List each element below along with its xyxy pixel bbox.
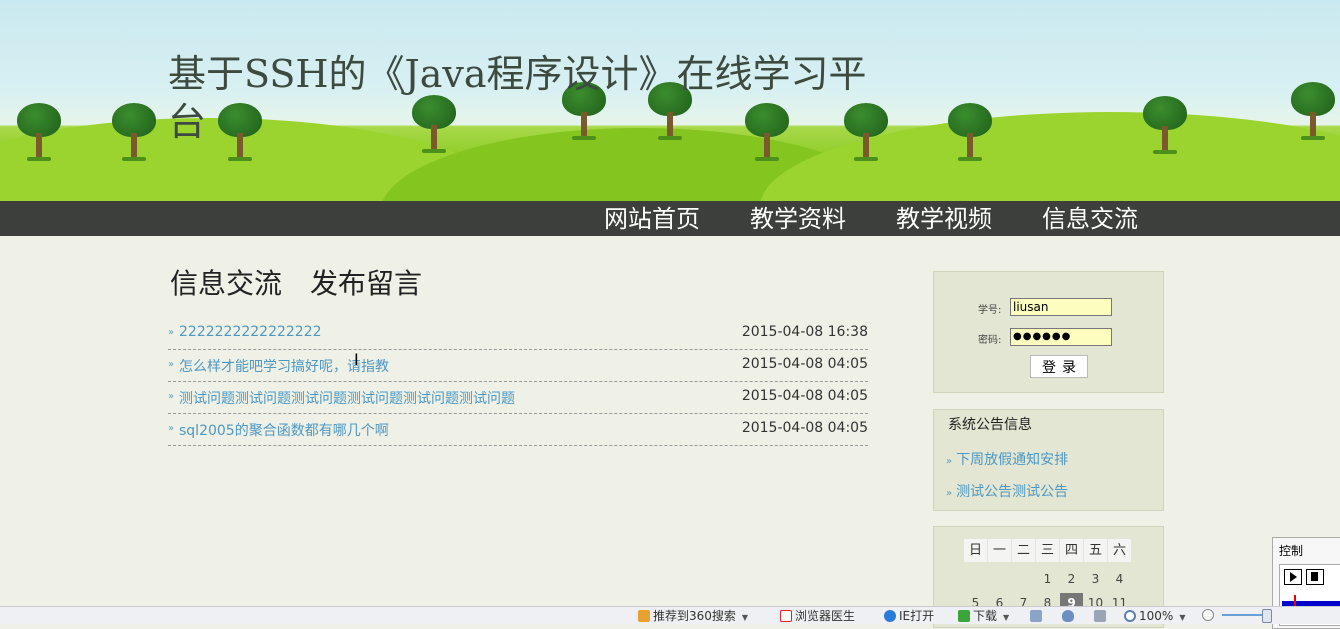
ie-open-label: IE打开 <box>899 609 935 623</box>
speaker-icon[interactable] <box>1094 609 1109 623</box>
message-list: » 2222222222222222 2015-04-08 16:38 » 怎么… <box>168 318 868 446</box>
message-title-link[interactable]: 2222222222222222 <box>179 324 322 340</box>
login-panel: 学号: 密码: ●●●●●● 登录 <box>933 271 1164 393</box>
bullet-icon: » <box>946 456 953 467</box>
nav-item-home[interactable]: 网站首页 <box>604 203 700 235</box>
bullet-icon: » <box>168 359 175 370</box>
browser-status-bar: 推荐到360搜索 ▼ 浏览器医生 IE打开 下载 ▼ 100% ▼ <box>0 606 1340 624</box>
notice-item-label[interactable]: 测试公告测试公告 <box>956 484 1068 500</box>
password-input[interactable]: ●●●●●● <box>1010 328 1112 346</box>
doctor-icon <box>780 610 792 622</box>
chevron-down-icon: ▼ <box>1003 613 1010 622</box>
chevron-down-icon: ▼ <box>1179 613 1186 622</box>
notice-panel: 系统公告信息 » 下周放假通知安排 » 测试公告测试公告 <box>933 409 1164 511</box>
message-title-link[interactable]: sql2005的聚合函数都有哪几个啊 <box>179 420 389 440</box>
chevron-down-icon: ▼ <box>741 613 749 622</box>
student-id-input[interactable] <box>1010 298 1112 316</box>
notice-item[interactable]: » 下周放假通知安排 <box>946 449 1068 469</box>
calendar-weekday-header: 日一二三四五六 <box>964 539 1132 562</box>
message-date: 2015-04-08 16:38 <box>741 324 868 340</box>
site-title: 基于SSH的《Java程序设计》在线学习平台 <box>168 52 867 144</box>
page-title: 信息交流 发布留言 <box>170 262 450 302</box>
message-date: 2015-04-08 04:05 <box>741 356 868 372</box>
window-icon[interactable] <box>1030 609 1045 623</box>
bullet-icon: » <box>168 391 175 402</box>
ie-icon <box>884 610 896 622</box>
calendar-day[interactable]: 2 <box>1060 572 1083 586</box>
zoom-level: 100% <box>1139 609 1174 623</box>
tree-image <box>112 103 156 163</box>
doctor-label: 浏览器医生 <box>795 609 856 623</box>
nav-item-materials[interactable]: 教学资料 <box>750 203 846 235</box>
list-item: » 2222222222222222 2015-04-08 16:38 <box>168 318 868 350</box>
download-label: 下载 <box>973 609 998 623</box>
tree-image <box>1291 82 1335 142</box>
notice-item-label[interactable]: 下周放假通知安排 <box>956 452 1068 468</box>
zoom-out-icon[interactable] <box>1202 608 1217 622</box>
calendar-weekday: 五 <box>1084 539 1107 562</box>
bullet-icon: » <box>946 488 953 499</box>
list-item: » sql2005的聚合函数都有哪几个啊 2015-04-08 04:05 <box>168 414 868 446</box>
nav-item-videos[interactable]: 教学视频 <box>896 203 992 235</box>
site-banner: 基于SSH的《Java程序设计》在线学习平台 <box>0 0 1340 201</box>
download-icon <box>958 610 970 622</box>
play-icon[interactable] <box>1284 569 1302 585</box>
recommend-label: 推荐到360搜索 <box>653 609 736 623</box>
calendar-weekday: 一 <box>988 539 1011 562</box>
tree-image <box>948 103 992 163</box>
zoom-icon <box>1124 610 1136 622</box>
calendar-weekday: 四 <box>1060 539 1083 562</box>
calendar-day[interactable]: 3 <box>1084 572 1107 586</box>
tree-image <box>17 103 61 163</box>
list-item: » 测试问题测试问题测试问题测试问题测试问题测试问题 2015-04-08 04… <box>168 382 868 414</box>
post-message-link[interactable]: 发布留言 <box>310 267 422 300</box>
ie-open-button[interactable]: IE打开 <box>884 609 934 623</box>
tree-image <box>1143 96 1187 156</box>
bullet-icon: » <box>168 423 175 434</box>
calendar-day[interactable]: 4 <box>1108 572 1131 586</box>
browser-doctor-button[interactable]: 浏览器医生 <box>780 609 855 623</box>
message-title-link[interactable]: 测试问题测试问题测试问题测试问题测试问题测试问题 <box>179 388 515 408</box>
student-id-label: 学号: <box>978 305 1002 316</box>
list-item: » 怎么样才能吧学习搞好呢，请指教 2015-04-08 04:05 <box>168 350 868 382</box>
stop-icon[interactable] <box>1306 569 1324 585</box>
login-button[interactable]: 登录 <box>1030 355 1088 378</box>
zoom-slider-track[interactable] <box>1222 614 1266 616</box>
message-date: 2015-04-08 04:05 <box>741 420 868 436</box>
control-panel-title: 控制 <box>1279 544 1304 558</box>
text-cursor-icon: I <box>354 350 359 369</box>
calendar-weekday: 六 <box>1108 539 1131 562</box>
calendar-weekday: 二 <box>1012 539 1035 562</box>
calendar-day[interactable]: 1 <box>1036 572 1059 586</box>
message-date: 2015-04-08 04:05 <box>741 388 868 404</box>
bullet-icon: » <box>168 327 175 338</box>
shield-icon[interactable] <box>1062 609 1077 623</box>
calendar-weekday: 三 <box>1036 539 1059 562</box>
main-nav: 网站首页 教学资料 教学视频 信息交流 <box>0 201 1340 236</box>
calendar-weekday: 日 <box>964 539 987 562</box>
hand-icon <box>638 610 650 622</box>
notice-panel-title: 系统公告信息 <box>948 417 1032 433</box>
password-label: 密码: <box>978 335 1002 346</box>
zoom-slider-handle[interactable] <box>1262 609 1272 623</box>
notice-item[interactable]: » 测试公告测试公告 <box>946 481 1068 501</box>
section-title: 信息交流 <box>170 267 283 300</box>
nav-item-exchange[interactable]: 信息交流 <box>1042 203 1138 235</box>
